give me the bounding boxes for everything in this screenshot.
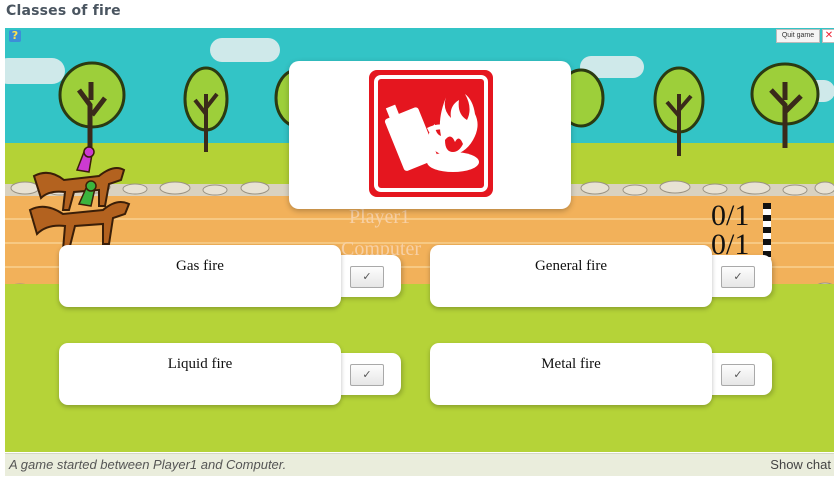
tree-icon bbox=[750, 62, 820, 148]
answer-option[interactable]: Metal fire ✓ bbox=[430, 343, 772, 405]
answer-box[interactable] bbox=[430, 343, 712, 405]
tree-icon bbox=[653, 66, 705, 156]
show-chat-link[interactable]: Show chat bbox=[770, 457, 831, 472]
tree-icon bbox=[183, 66, 229, 152]
answer-option[interactable]: Liquid fire ✓ bbox=[59, 343, 401, 405]
check-button[interactable]: ✓ bbox=[721, 364, 755, 386]
answer-label: Liquid fire bbox=[167, 356, 233, 372]
answer-option[interactable]: General fire ✓ bbox=[430, 245, 772, 307]
answer-box[interactable] bbox=[430, 245, 712, 307]
status-message: A game started between Player1 and Compu… bbox=[9, 457, 287, 472]
answer-box[interactable] bbox=[59, 343, 341, 405]
quit-game-button[interactable]: Quit game bbox=[776, 29, 820, 43]
page-title: Classes of fire bbox=[6, 3, 121, 19]
question-card bbox=[289, 61, 571, 209]
answer-label: General fire bbox=[534, 258, 608, 274]
answer-option[interactable]: Gas fire ✓ bbox=[59, 245, 401, 307]
game-stage: Player1 Computer 0/1 0/1 ? Quit game ✕ G… bbox=[5, 28, 834, 452]
cloud bbox=[210, 38, 280, 62]
answer-box[interactable] bbox=[59, 245, 341, 307]
check-button[interactable]: ✓ bbox=[721, 266, 755, 288]
help-button[interactable]: ? bbox=[9, 30, 21, 42]
check-button[interactable]: ✓ bbox=[350, 266, 384, 288]
tree-icon bbox=[571, 68, 605, 128]
cloud bbox=[5, 58, 65, 84]
check-button[interactable]: ✓ bbox=[350, 364, 384, 386]
fire-extinguisher-sign-icon bbox=[369, 70, 493, 197]
answer-label: Metal fire bbox=[541, 356, 601, 372]
player1-name: Player1 bbox=[349, 206, 411, 228]
answer-label: Gas fire bbox=[176, 258, 224, 274]
tree-icon bbox=[58, 61, 126, 148]
status-bar: A game started between Player1 and Compu… bbox=[5, 453, 834, 476]
close-button[interactable]: ✕ bbox=[822, 29, 834, 43]
